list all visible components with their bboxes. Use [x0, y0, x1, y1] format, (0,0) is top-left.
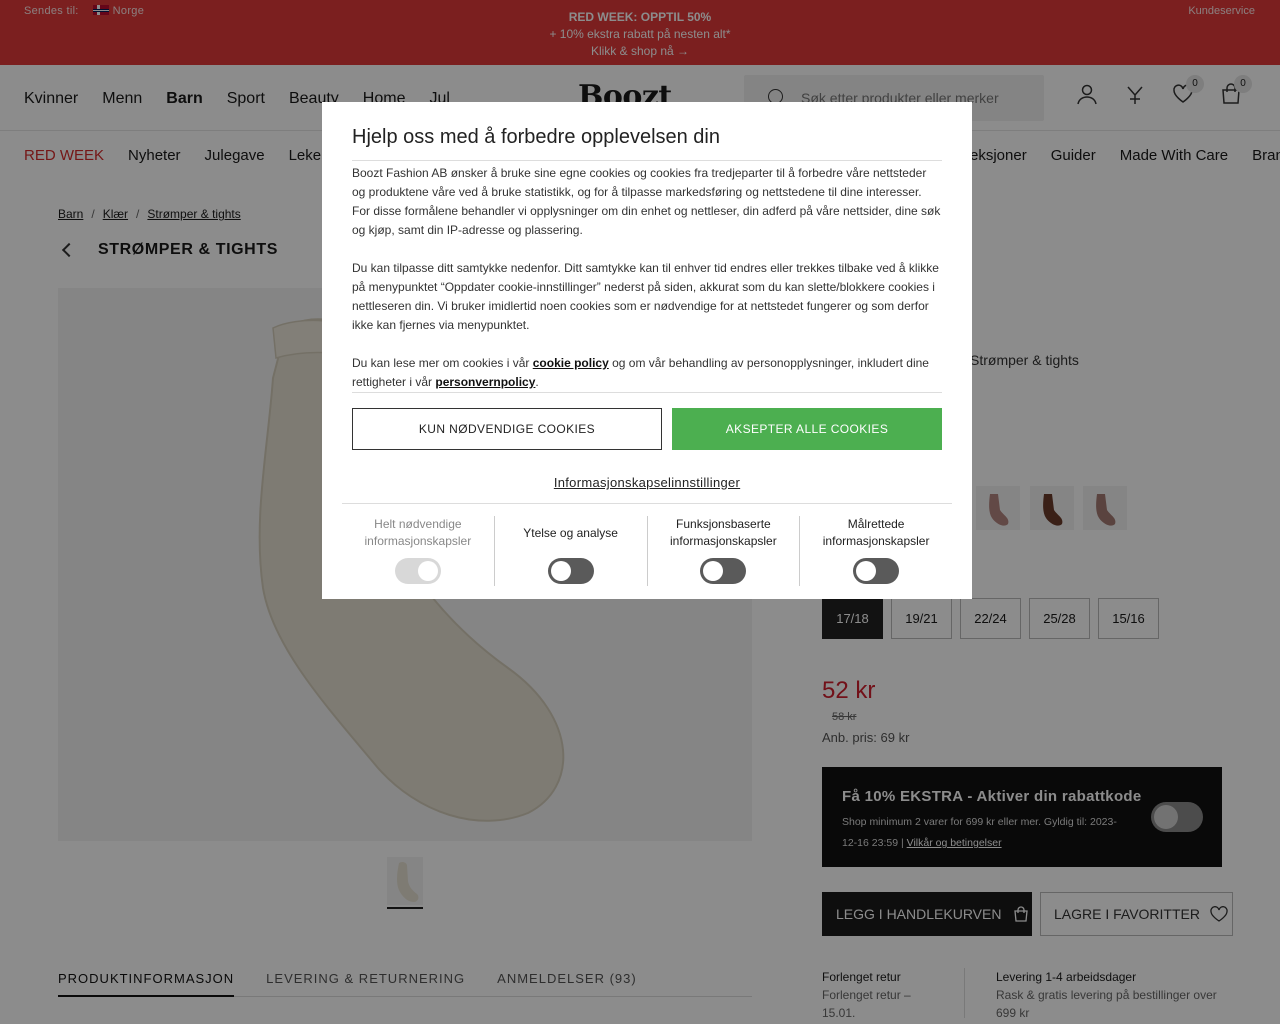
category-label: Funksjonsbaserte informasjonskapsler: [670, 517, 777, 548]
divider: [352, 160, 942, 161]
dialog-title: Hjelp oss med å forbedre opplevelsen din: [352, 126, 720, 148]
category-label: Målrettede informasjonskapsler: [822, 517, 930, 548]
cookie-category-necessary: Helt nødvendige informasjonskapsler: [342, 516, 494, 586]
divider: [352, 392, 942, 393]
consent-paragraph-2: Du kan tilpasse ditt samtykke nedenfor. …: [352, 261, 939, 332]
cookie-consent-dialog: Hjelp oss med å forbedre opplevelsen din…: [322, 102, 972, 599]
necessary-toggle: [394, 558, 441, 584]
accept-all-cookies-button[interactable]: AKSEPTER ALLE COOKIES: [672, 408, 942, 450]
divider: [342, 503, 952, 504]
text: .: [535, 375, 539, 389]
cookie-category-functional: Funksjonsbaserte informasjonskapsler: [646, 516, 800, 586]
cookie-categories: Helt nødvendige informasjonskapsler Ytel…: [342, 516, 952, 586]
consent-paragraph-3: Du kan lese mer om cookies i vår cookie …: [352, 354, 942, 392]
performance-toggle[interactable]: [547, 558, 594, 584]
targeting-toggle[interactable]: [853, 558, 900, 584]
consent-paragraph-1: Boozt Fashion AB ønsker å bruke sine egn…: [352, 166, 941, 237]
cookie-category-targeting: Målrettede informasjonskapsler: [799, 516, 952, 586]
necessary-cookies-button[interactable]: KUN NØDVENDIGE COOKIES: [352, 408, 662, 450]
privacy-policy-link[interactable]: personvernpolicy: [435, 375, 535, 389]
text: Du kan lese mer om cookies i vår: [352, 356, 533, 370]
cookie-category-performance: Ytelse og analyse: [493, 516, 647, 586]
category-label: Helt nødvendige informasjonskapsler: [364, 517, 472, 548]
category-label: Ytelse og analyse: [523, 526, 618, 540]
cookie-policy-link[interactable]: cookie policy: [533, 356, 609, 370]
functional-toggle[interactable]: [700, 558, 747, 584]
dialog-body: Boozt Fashion AB ønsker å bruke sine egn…: [352, 164, 942, 411]
cookie-settings-link[interactable]: Informasjonskapselinnstillinger: [322, 475, 972, 490]
